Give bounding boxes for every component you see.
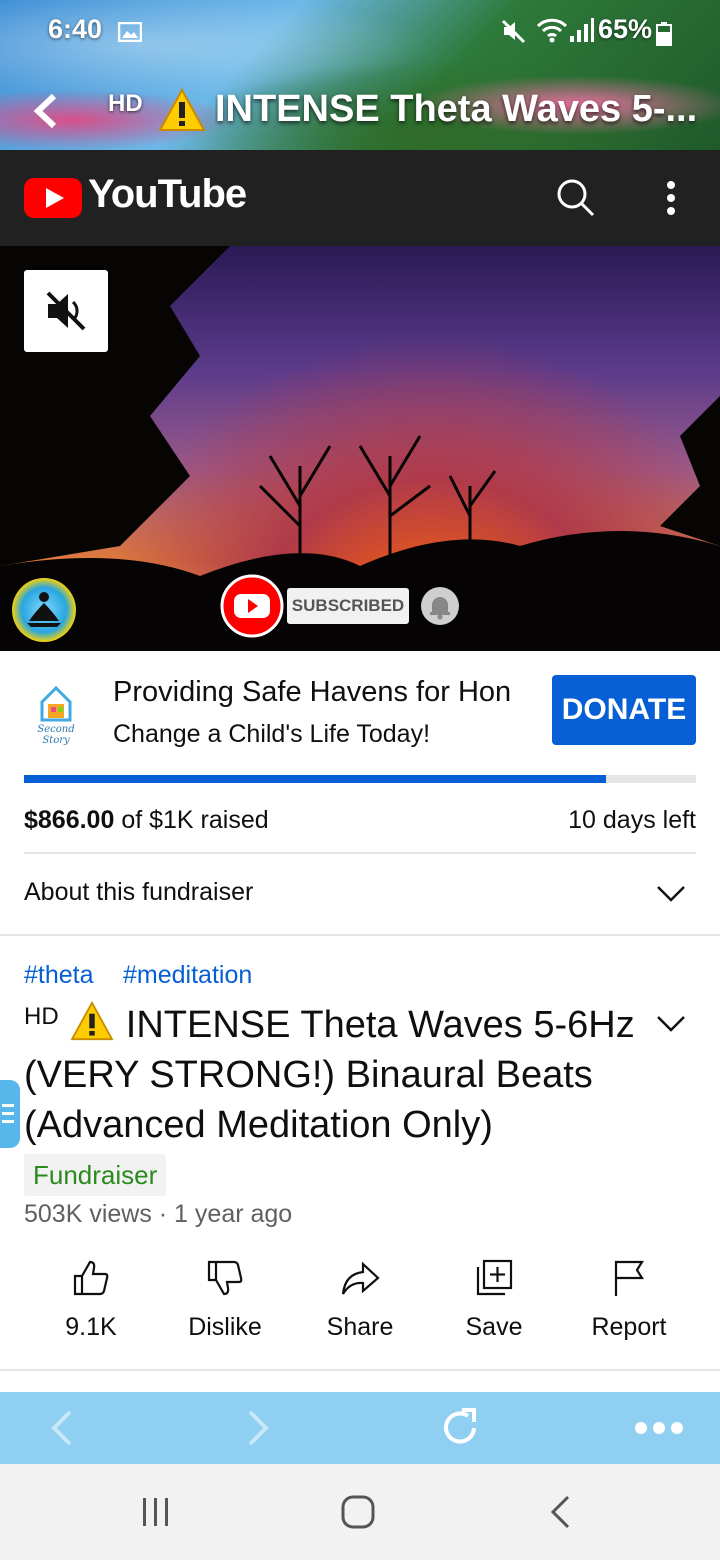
more-options-icon[interactable] [664,180,678,221]
fundraiser-progress-bar [24,775,696,783]
fundraiser-subtitle: Change a Child's Life Today! [113,720,431,748]
recent-apps-icon[interactable] [140,1496,172,1533]
section-divider [0,934,720,936]
youtube-wordmark[interactable]: YouTube [88,172,247,217]
save-playlist-icon [474,1259,514,1302]
hd-badge: HD [24,1003,59,1030]
browser-back-icon[interactable] [46,1408,76,1453]
fundraiser-raised: $866.00 of $1K raised [24,806,269,835]
fundraiser-title: Providing Safe Havens for Hon [113,676,512,708]
refresh-icon[interactable] [438,1406,482,1455]
raised-goal: of $1K raised [114,806,269,834]
youtube-logo-icon[interactable] [24,178,82,223]
hd-badge: HD [108,90,143,117]
report-button[interactable]: Report [562,1258,696,1342]
thumbs-down-icon [205,1260,245,1302]
video-views-meta: 503K views · 1 year ago [24,1200,293,1228]
youtube-subscribe-icon[interactable] [220,574,284,643]
save-button[interactable]: Save [427,1258,561,1342]
fundraiser-days-left: 10 days left [568,806,696,834]
back-arrow-icon[interactable] [30,92,60,135]
donate-button[interactable]: DONATE [552,675,696,745]
fundraiser-chip[interactable]: Fundraiser [24,1154,167,1196]
video-title-text: INTENSE Theta Waves 5-6Hz (VERY STRONG!)… [24,1004,635,1146]
notification-bell-icon[interactable] [420,586,460,631]
browser-toolbar [0,1392,720,1464]
share-arrow-icon [340,1261,380,1302]
dislike-button[interactable]: Dislike [158,1258,292,1342]
report-label: Report [591,1313,667,1341]
like-count: 9.1K [65,1313,117,1341]
system-navigation-bar [0,1464,720,1560]
app-title: INTENSE Theta Waves 5-... [215,88,698,130]
wifi-icon [536,16,568,49]
chevron-down-icon[interactable] [656,884,686,909]
status-time: 6:40 [48,14,103,44]
browser-menu-icon[interactable] [634,1418,684,1443]
channel-avatar[interactable] [11,577,77,648]
subscribed-badge[interactable]: SUBSCRIBED [287,588,409,624]
battery-percent: 65% [598,14,653,44]
search-icon[interactable] [556,178,596,223]
warning-icon [69,1000,115,1046]
thumbs-up-icon [71,1260,111,1302]
share-button[interactable]: Share [293,1258,427,1342]
divider [24,852,696,854]
fundraiser-org-name: Second Story [37,724,75,746]
about-fundraiser-toggle[interactable]: About this fundraiser [24,878,253,907]
volume-off-icon [44,289,88,338]
actions-divider [0,1369,720,1371]
image-notification-icon [117,21,143,47]
flag-icon [609,1260,649,1302]
system-back-icon[interactable] [548,1494,572,1535]
save-label: Save [465,1313,523,1341]
battery-icon [656,22,672,51]
fundraiser-org-logo: Second Story [24,680,88,751]
hashtag-theta[interactable]: #theta [24,961,94,990]
signal-icon [568,16,594,49]
expand-description-chevron-icon[interactable] [656,1014,686,1039]
mute-status-icon [500,18,528,49]
dislike-label: Dislike [188,1313,262,1341]
warning-icon [158,87,206,137]
raised-amount: $866.00 [24,806,115,834]
home-icon[interactable] [340,1494,376,1535]
hashtag-meditation[interactable]: #meditation [123,961,252,990]
like-button[interactable]: 9.1K [24,1258,158,1342]
app-header-banner: 6:40 65% HD INTENSE Theta Waves 5-... [0,0,720,150]
mute-button[interactable] [24,270,108,352]
fundraiser-progress-fill [24,775,606,783]
browser-forward-icon[interactable] [244,1408,274,1453]
video-title: HD INTENSE Theta Waves 5-6Hz (VERY STRON… [24,1000,639,1150]
share-label: Share [326,1313,394,1341]
side-drawer-handle[interactable] [0,1080,20,1148]
